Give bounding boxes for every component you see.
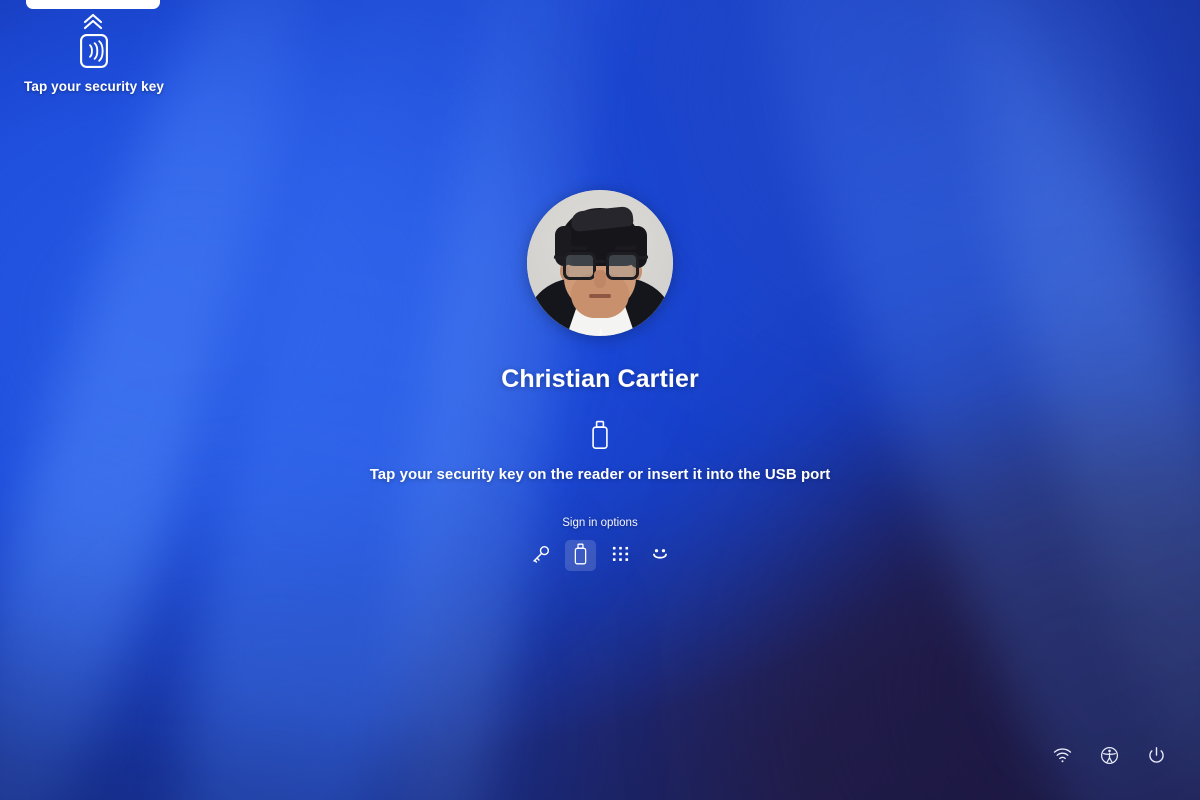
usb-security-key-icon	[573, 543, 588, 568]
signin-options-label: Sign in options	[562, 517, 638, 529]
avatar	[527, 190, 673, 336]
accessibility-icon	[1100, 746, 1119, 768]
system-tray	[1049, 744, 1169, 770]
auth-instruction-text: Tap your security key on the reader or i…	[369, 466, 831, 483]
face-smile-icon	[649, 543, 671, 568]
nfc-contactless-card-icon	[0, 33, 188, 69]
user-name: Christian Cartier	[501, 365, 699, 393]
power-button[interactable]	[1143, 744, 1169, 770]
pin-keypad-icon	[611, 545, 630, 567]
key-icon	[530, 544, 551, 568]
signin-option-security-key[interactable]	[564, 540, 596, 571]
usb-security-key-icon	[590, 420, 610, 450]
signin-option-pin[interactable]	[605, 540, 636, 571]
signin-option-password[interactable]	[525, 540, 556, 571]
signin-panel: Christian Cartier Tap your security key …	[0, 190, 1200, 571]
security-key-flyout: Tap your security key	[0, 0, 188, 94]
flyout-handle-tab[interactable]	[26, 0, 160, 9]
signin-option-face[interactable]	[645, 540, 676, 571]
signin-options-row	[525, 540, 676, 571]
wifi-icon	[1053, 746, 1072, 768]
network-button[interactable]	[1049, 744, 1075, 770]
ease-of-access-button[interactable]	[1096, 744, 1122, 770]
power-icon	[1147, 746, 1166, 768]
chevron-double-up-icon[interactable]	[0, 13, 188, 31]
security-key-flyout-label: Tap your security key	[24, 79, 164, 94]
